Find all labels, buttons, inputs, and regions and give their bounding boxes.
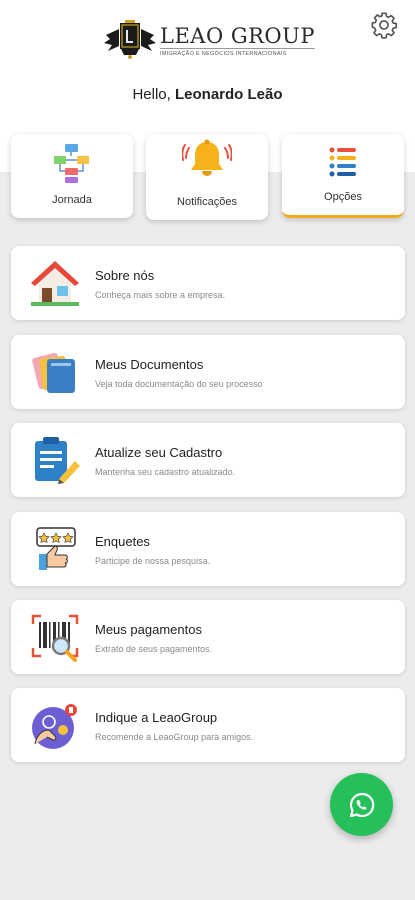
bell-icon — [182, 139, 232, 176]
lion-emblem-icon — [104, 20, 156, 59]
tab-opcoes[interactable]: Opções — [282, 134, 404, 218]
menu-item-title: Sobre nós — [95, 268, 155, 283]
menu-item-atualize-cadastro[interactable]: Atualize seu Cadastro Mantenha seu cadas… — [11, 423, 405, 497]
brand-name: LEAO GROUP — [160, 23, 315, 48]
menu-item-meus-documentos[interactable]: Meus Documentos Veja toda documentação d… — [11, 335, 405, 409]
menu-item-subtitle: Conheça mais sobre a empresa. — [95, 290, 226, 300]
tab-notificacoes[interactable]: Notificações — [146, 134, 268, 220]
menu-item-sobre-nos[interactable]: Sobre nós Conheça mais sobre a empresa. — [11, 246, 405, 320]
tab-label: Opções — [324, 191, 362, 203]
menu-item-title: Meus pagamentos — [95, 622, 202, 637]
menu-item-enquetes[interactable]: Enquetes Participe de nossa pesquisa. — [11, 512, 405, 586]
brand-tagline: IMIGRAÇÃO E NEGÓCIOS INTERNACIONAIS — [160, 47, 315, 57]
whatsapp-icon — [349, 792, 374, 817]
tab-label: Notificações — [177, 196, 237, 208]
menu-item-title: Indique a LeaoGroup — [95, 710, 218, 725]
menu-item-subtitle: Extrato de seus pagamentos. — [95, 644, 213, 654]
flowchart-icon — [54, 144, 89, 183]
greeting: Hello, Leonardo Leão — [0, 86, 415, 103]
list-icon — [329, 147, 356, 177]
menu-item-title: Meus Documentos — [95, 357, 204, 372]
gear-icon[interactable] — [370, 11, 398, 39]
folders-icon — [32, 352, 75, 393]
tab-label: Jornada — [52, 194, 92, 206]
menu-item-subtitle: Mantenha seu cadastro atualizado. — [95, 467, 236, 477]
whatsapp-button[interactable] — [330, 773, 393, 836]
clipboard-edit-icon — [35, 437, 80, 484]
house-icon — [31, 261, 79, 306]
greeting-prefix: Hello, — [132, 86, 171, 103]
referral-icon — [32, 704, 77, 749]
user-name: Leonardo Leão — [175, 86, 283, 103]
menu-item-title: Atualize seu Cadastro — [95, 445, 223, 460]
menu-item-meus-pagamentos[interactable]: Meus pagamentos Extrato de seus pagament… — [11, 600, 405, 674]
rating-thumbs-up-icon — [36, 527, 76, 570]
menu-item-indique-leaogroup[interactable]: Indique a LeaoGroup Recomende a LeaoGrou… — [11, 688, 405, 762]
menu-item-subtitle: Veja toda documentação do seu processo — [95, 379, 263, 389]
menu-item-subtitle: Participe de nossa pesquisa. — [95, 556, 211, 566]
brand-logo: LEAO GROUP IMIGRAÇÃO E NEGÓCIOS INTERNAC… — [102, 18, 315, 62]
barcode-search-icon — [31, 614, 79, 662]
menu-item-title: Enquetes — [95, 534, 150, 549]
menu-item-subtitle: Recomende a LeaoGroup para amigos. — [95, 732, 254, 742]
tab-jornada[interactable]: Jornada — [11, 134, 133, 218]
